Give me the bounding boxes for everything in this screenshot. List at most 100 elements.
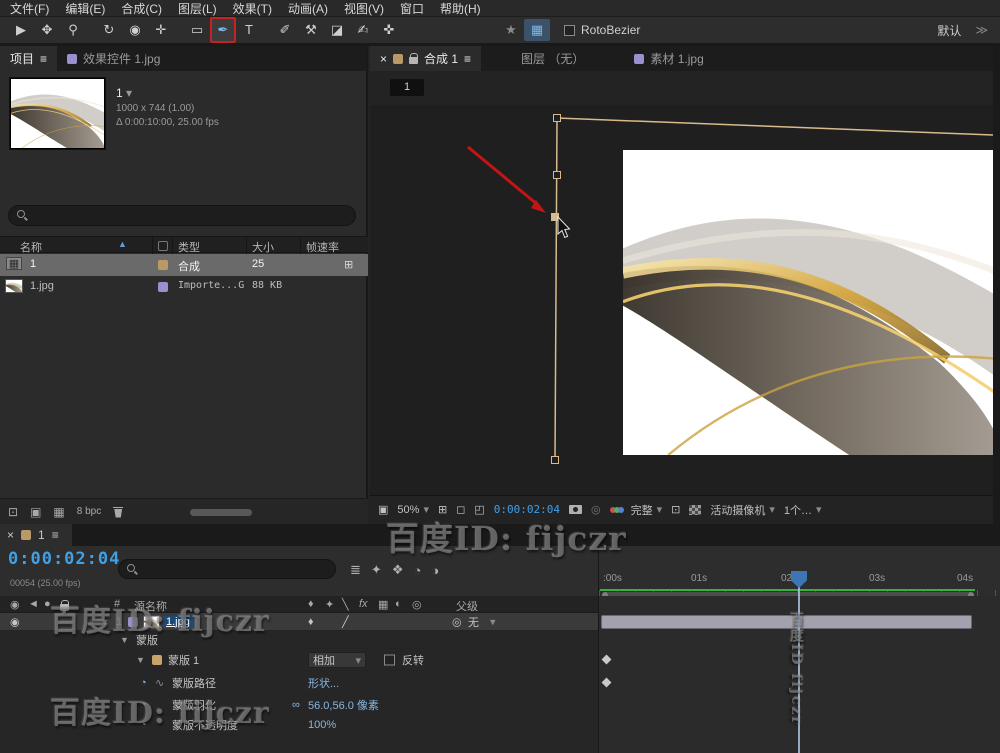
menu-item-animation[interactable]: 动画(A) (280, 0, 336, 17)
target-region-icon[interactable]: ⊡ (671, 503, 680, 516)
stopwatch-icon[interactable]: ◔ (140, 699, 147, 711)
eye-icon[interactable]: ◉ (10, 615, 20, 628)
mask-vertex[interactable] (554, 172, 561, 179)
trash-icon[interactable] (113, 506, 123, 518)
link-icon[interactable]: ∞ (292, 699, 300, 711)
grid-guides-icon[interactable]: ⊞ (438, 503, 447, 516)
mask-feather-row[interactable]: ◔ 蒙版羽化 ∞ 56.0,56.0 像素 (0, 695, 598, 715)
mask-opacity-value[interactable]: 100% (308, 719, 336, 731)
mask-group-row[interactable]: ▼ 蒙版 (0, 631, 598, 649)
menu-item-edit[interactable]: 编辑(E) (57, 0, 113, 17)
toolbar-overflow-icon[interactable]: ≫ (975, 23, 988, 37)
horizontal-scrollbar[interactable] (190, 509, 252, 516)
column-name[interactable]: 名称 (20, 239, 42, 255)
preview-time-display[interactable]: 0:00:02:04 (494, 503, 560, 516)
menu-item-layer[interactable]: 图层(L) (170, 0, 225, 17)
label-chip[interactable] (158, 282, 168, 292)
rotation-tool-icon[interactable]: ↻ (96, 19, 122, 41)
menu-item-effect[interactable]: 效果(T) (225, 0, 280, 17)
mask-mode-icon[interactable]: ▦ (524, 19, 550, 41)
layer-row[interactable]: ◉ ▼ 1 1.jpg ♦ ╱ ◎ 无 ▾ (0, 613, 598, 631)
menu-item-composition[interactable]: 合成(C) (113, 0, 170, 17)
selection-tool-icon[interactable]: ▶ (8, 19, 34, 41)
motion-blur-icon[interactable]: ◑ (431, 563, 439, 578)
mask-vertex[interactable] (552, 457, 559, 464)
fx-switch[interactable]: ╱ (342, 615, 349, 628)
type-tool-icon[interactable]: T (236, 19, 262, 41)
quality-switch[interactable]: ♦ (308, 616, 314, 628)
region-of-interest-icon[interactable]: ◰ (474, 503, 484, 516)
resolution-select[interactable]: 完整▾ (631, 502, 663, 518)
puppet-pin-tool-icon[interactable]: ✜ (376, 19, 402, 41)
switch-fx-icon[interactable]: fx (359, 598, 368, 610)
parent-select[interactable]: 无 (468, 614, 479, 630)
collapse-icon[interactable]: ▼ (100, 617, 109, 627)
transparency-grid-icon[interactable] (689, 505, 701, 515)
always-preview-icon[interactable]: ▣ (378, 503, 388, 516)
switch-collapse-icon[interactable]: ✦ (325, 598, 334, 611)
tab-project[interactable]: 项目 ≡ (0, 46, 57, 71)
label-column-icon[interactable] (158, 241, 168, 251)
zoom-tool-icon[interactable]: ⚲ (60, 19, 86, 41)
mask-path-segment[interactable] (557, 118, 993, 135)
tab-layer[interactable]: 图层 （无） (511, 46, 594, 71)
shy-layers-icon[interactable]: ❖ (392, 562, 404, 578)
column-framerate[interactable]: 帧速率 (306, 239, 339, 255)
camera-select[interactable]: 活动摄像机▾ (710, 502, 775, 518)
menu-item-view[interactable]: 视图(V) (336, 0, 392, 17)
brush-tool-icon[interactable]: ✐ (272, 19, 298, 41)
collapse-icon[interactable]: ▼ (120, 635, 129, 645)
tab-footage[interactable]: 素材 1.jpg (624, 46, 713, 71)
column-size[interactable]: 大小 (252, 239, 274, 255)
column-type[interactable]: 类型 (178, 239, 200, 255)
layer-duration-bar[interactable] (601, 615, 972, 629)
stopwatch-icon[interactable]: ◔ (140, 677, 147, 689)
star-icon[interactable]: ★ (498, 19, 524, 41)
menu-item-help[interactable]: 帮助(H) (432, 0, 489, 17)
menu-item-file[interactable]: 文件(F) (2, 0, 57, 17)
close-icon[interactable]: × (380, 52, 387, 66)
audio-icon[interactable]: ◄ (28, 598, 39, 610)
snapshot-camera-icon[interactable] (569, 505, 582, 514)
panel-menu-icon[interactable]: ≡ (52, 528, 59, 542)
table-row-comp[interactable]: ▦ 1 合成 25 ⊞ (0, 254, 368, 276)
vertical-scrollbar[interactable] (993, 46, 1000, 524)
stopwatch-icon[interactable]: ◔ (140, 719, 147, 731)
graph-icon[interactable]: ∿ (155, 676, 164, 689)
switch-quality-icon[interactable]: ♦ (308, 598, 314, 610)
switch-frame-blend-icon[interactable]: ▦ (378, 598, 388, 611)
mask-vertex[interactable] (554, 115, 561, 122)
show-snapshot-icon[interactable]: ◎ (591, 503, 601, 516)
mask-invert-checkbox[interactable] (384, 654, 395, 665)
timeline-search-input[interactable] (144, 563, 327, 575)
tab-effect-controls[interactable]: 效果控件 1.jpg (57, 46, 170, 71)
table-row-footage[interactable]: 1.jpg Importe...G 88 KB (0, 276, 368, 298)
column-source-name[interactable]: 源名称 (134, 598, 167, 614)
mask-feather-value[interactable]: 56.0,56.0 像素 (308, 697, 379, 713)
show-channels-icon[interactable] (610, 504, 622, 516)
mask-row[interactable]: ▼ 蒙版 1 相加▾ 反转 (0, 649, 598, 671)
collapse-icon[interactable]: ▼ (136, 655, 145, 665)
menu-item-window[interactable]: 窗口 (392, 0, 432, 17)
lock-icon[interactable] (60, 604, 69, 611)
network-render-icon[interactable]: ⊞ (344, 258, 353, 271)
panel-menu-icon[interactable]: ≡ (40, 52, 47, 66)
panel-menu-icon[interactable]: ≡ (464, 52, 471, 66)
frame-blending-icon[interactable]: ◔ (413, 563, 421, 578)
interpret-footage-icon[interactable]: ⊡ (8, 505, 18, 519)
mask-vertex-selected[interactable] (552, 214, 559, 221)
pan-behind-tool-icon[interactable]: ✛ (148, 19, 174, 41)
mask-visibility-icon[interactable]: ◻ (456, 503, 465, 516)
switch-draft-icon[interactable]: ╲ (342, 598, 349, 611)
mask-path-segment[interactable] (555, 118, 557, 460)
chevron-down-icon[interactable]: ▾ (126, 86, 132, 100)
label-chip[interactable] (158, 260, 168, 270)
close-icon[interactable]: × (7, 528, 14, 542)
sort-asc-icon[interactable]: ▲ (118, 239, 127, 249)
project-item-name[interactable]: 1 ▾ (116, 86, 132, 100)
new-folder-icon[interactable]: ▣ (30, 505, 41, 519)
hand-tool-icon[interactable]: ✥ (34, 19, 60, 41)
composition-mini-flowchart[interactable]: 1 (390, 79, 424, 96)
new-composition-icon[interactable]: ▦ (53, 505, 64, 519)
mask-opacity-row[interactable]: ◔ 蒙版不透明度 100% (0, 715, 598, 735)
